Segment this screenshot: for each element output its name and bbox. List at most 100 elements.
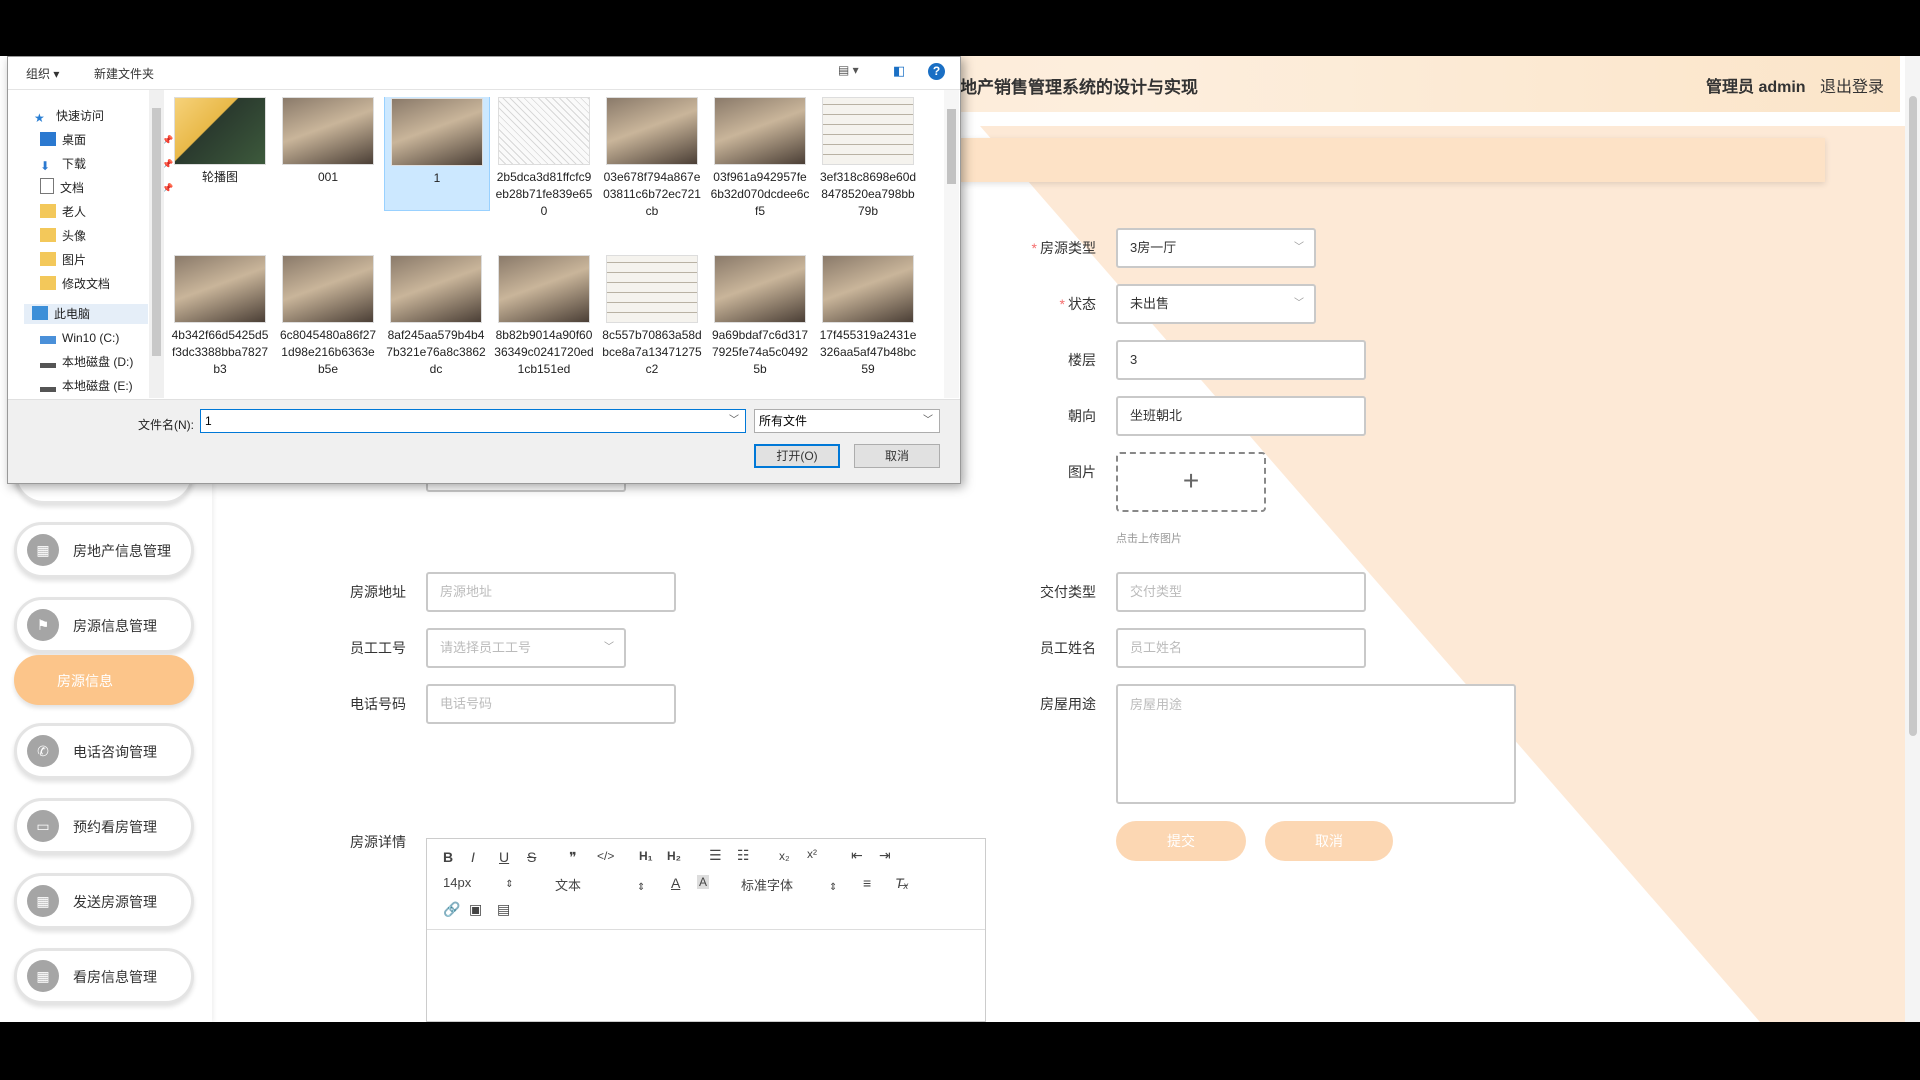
code-icon[interactable]: </>: [597, 849, 614, 863]
file-item[interactable]: 001: [276, 97, 380, 186]
organize-menu[interactable]: 组织 ▾: [26, 65, 59, 82]
file-item[interactable]: 8c557b70863a58dbce8a7a13471275c2: [600, 255, 704, 378]
sidebar-item-phone-consult[interactable]: ✆ 电话咨询管理: [14, 723, 194, 779]
sidebar-item-viewing-booking[interactable]: ▭ 预约看房管理: [14, 798, 194, 854]
underline-icon[interactable]: U: [499, 849, 509, 865]
image-icon[interactable]: ▣: [469, 901, 482, 918]
nav-desktop[interactable]: 桌面 📌: [40, 130, 173, 150]
subscript-icon[interactable]: x₂: [779, 849, 790, 863]
sidebar-item-house-info[interactable]: ⚑ 房源信息管理: [14, 597, 194, 653]
file-item[interactable]: 8b82b9014a90f6036349c0241720ed1cb151ed: [492, 255, 596, 378]
delivery-input[interactable]: 交付类型: [1116, 572, 1366, 612]
image-upload[interactable]: +: [1116, 452, 1266, 512]
sidebar-item-real-estate[interactable]: ▦ 房地产信息管理: [14, 522, 194, 578]
file-thumbnail: [822, 97, 914, 165]
folder-icon: [40, 276, 56, 290]
font-family-select[interactable]: 标准字体 ⇕: [741, 875, 837, 894]
sidebar-item-viewing-info[interactable]: ▦ 看房信息管理: [14, 948, 194, 1004]
ordered-list-icon[interactable]: ☰: [709, 847, 722, 864]
file-thumbnail: [606, 255, 698, 323]
clear-format-icon[interactable]: T̶ₓ: [895, 875, 909, 891]
nav-scrollbar[interactable]: [149, 90, 164, 398]
bullet-list-icon[interactable]: ☷: [737, 847, 750, 864]
nav-drive-d[interactable]: 本地磁盘 (D:): [40, 352, 133, 372]
sidebar-subitem-house-info[interactable]: 房源信息: [14, 655, 194, 705]
bold-icon[interactable]: B: [443, 849, 453, 865]
house-type-select[interactable]: 3房一厅 ﹀: [1116, 228, 1316, 268]
file-item[interactable]: 8af245aa579b4b47b321e76a8c3862dc: [384, 255, 488, 378]
video-icon[interactable]: ▤: [497, 901, 510, 918]
align-icon[interactable]: ≡: [863, 875, 871, 891]
label-house-type: * 房源类型: [1031, 240, 1096, 256]
view-options-icon[interactable]: ▤ ▾: [838, 63, 859, 77]
file-item[interactable]: 3ef318c8698e60d8478520ea798bb79b: [816, 97, 920, 220]
nav-drive-e[interactable]: 本地磁盘 (E:): [40, 376, 133, 396]
font-color-icon[interactable]: A: [671, 875, 680, 891]
text-style-select[interactable]: 文本 ⇕: [555, 875, 645, 894]
italic-icon[interactable]: I: [471, 849, 475, 865]
new-folder-button[interactable]: 新建文件夹: [94, 65, 154, 82]
nav-downloads[interactable]: ⬇ 下载 📌: [40, 154, 173, 174]
font-size-select[interactable]: 14px ⇕: [443, 875, 514, 890]
rich-text-editor[interactable]: B I U S ❞ </> H₁ H₂ ☰ ☷ x₂ x² ⇤ ⇥ 14px ⇕ …: [426, 838, 986, 1022]
file-item[interactable]: 4b342f66d5425d5f3dc3388bba7827b3: [168, 255, 272, 378]
filetype-select[interactable]: 所有文件 ﹀: [754, 409, 940, 433]
dialog-nav-pane: ★ 快速访问 桌面 📌 ⬇ 下载 📌 文档 📌 老人 头像 图片 修改文档 此电脑 Win…: [8, 90, 173, 398]
nav-drive-c[interactable]: Win10 (C:): [40, 328, 119, 348]
file-item[interactable]: 6c8045480a86f271d98e216b6363eb5e: [276, 255, 380, 378]
nav-folder-pictures[interactable]: 图片: [40, 250, 86, 270]
floor-input[interactable]: 3: [1116, 340, 1366, 380]
file-open-dialog: 组织 ▾ 新建文件夹 ▤ ▾ ◧ ? ★ 快速访问 桌面 📌 ⬇ 下载 📌 文档 📌 老人…: [7, 56, 961, 484]
chevron-down-icon: ﹀: [604, 642, 614, 653]
employee-name-input[interactable]: 员工姓名: [1116, 628, 1366, 668]
sidebar-item-label: 房源信息管理: [73, 618, 157, 634]
filename-input[interactable]: 1 ﹀: [200, 409, 746, 433]
usage-textarea[interactable]: 房屋用途: [1116, 684, 1516, 804]
file-item[interactable]: 9a69bdaf7c6d3177925fe74a5c04925b: [708, 255, 812, 378]
orientation-input[interactable]: 坐班朝北: [1116, 396, 1366, 436]
quote-icon[interactable]: ❞: [569, 849, 577, 866]
nav-quick-access[interactable]: ★ 快速访问: [34, 106, 104, 126]
dialog-cancel-button[interactable]: 取消: [854, 444, 940, 468]
file-thumbnail: [822, 255, 914, 323]
nav-scrollbar-thumb[interactable]: [152, 108, 161, 356]
phone-input[interactable]: 电话号码: [426, 684, 676, 724]
file-item[interactable]: 2b5dca3d81ffcfc9eb28b71fe839e650: [492, 97, 596, 220]
label-phone: 电话号码: [350, 696, 406, 712]
nav-folder-edit-docs[interactable]: 修改文档: [40, 274, 110, 294]
chevron-down-icon[interactable]: ﹀: [729, 410, 739, 432]
open-button[interactable]: 打开(O): [754, 444, 840, 468]
address-input[interactable]: 房源地址: [426, 572, 676, 612]
employee-no-select[interactable]: 请选择员工工号 ﹀: [426, 628, 626, 668]
h1-icon[interactable]: H₁: [639, 849, 653, 863]
outdent-icon[interactable]: ⇤: [851, 847, 863, 864]
cancel-button[interactable]: 取消: [1265, 821, 1393, 861]
link-icon[interactable]: 🔗: [443, 901, 460, 918]
file-item[interactable]: 17f455319a2431e326aa5af47b48bc59: [816, 255, 920, 378]
file-name: 03e678f794a867e03811c6b72ec721cb: [603, 170, 701, 218]
bg-color-icon[interactable]: A: [697, 875, 710, 889]
logout-link[interactable]: 退出登录: [1820, 73, 1884, 97]
file-thumbnail: [714, 255, 806, 323]
file-list-scrollbar-thumb[interactable]: [947, 109, 956, 184]
help-icon[interactable]: ?: [928, 63, 945, 80]
preview-pane-icon[interactable]: ◧: [893, 63, 905, 79]
file-item[interactable]: 1: [384, 97, 490, 211]
sidebar-item-send-house[interactable]: ▦ 发送房源管理: [14, 873, 194, 929]
status-select[interactable]: 未出售 ﹀: [1116, 284, 1316, 324]
file-thumbnail: [282, 255, 374, 323]
nav-documents[interactable]: 文档 📌: [40, 178, 173, 198]
submit-button[interactable]: 提交: [1116, 821, 1246, 861]
indent-icon[interactable]: ⇥: [879, 847, 891, 864]
nav-this-pc[interactable]: 此电脑: [24, 304, 148, 324]
file-item[interactable]: 03e678f794a867e03811c6b72ec721cb: [600, 97, 704, 220]
page-scrollbar-thumb[interactable]: [1909, 96, 1917, 736]
file-item[interactable]: 03f961a942957fe6b32d070dcdee6cf5: [708, 97, 812, 220]
nav-folder-avatar[interactable]: 头像: [40, 226, 86, 246]
strike-icon[interactable]: S: [527, 849, 536, 865]
nav-folder-elder[interactable]: 老人: [40, 202, 86, 222]
superscript-icon[interactable]: x²: [807, 847, 817, 861]
chevron-down-icon: ﹀: [923, 415, 933, 426]
h2-icon[interactable]: H₂: [667, 849, 681, 863]
folder-item[interactable]: 轮播图: [168, 97, 272, 186]
